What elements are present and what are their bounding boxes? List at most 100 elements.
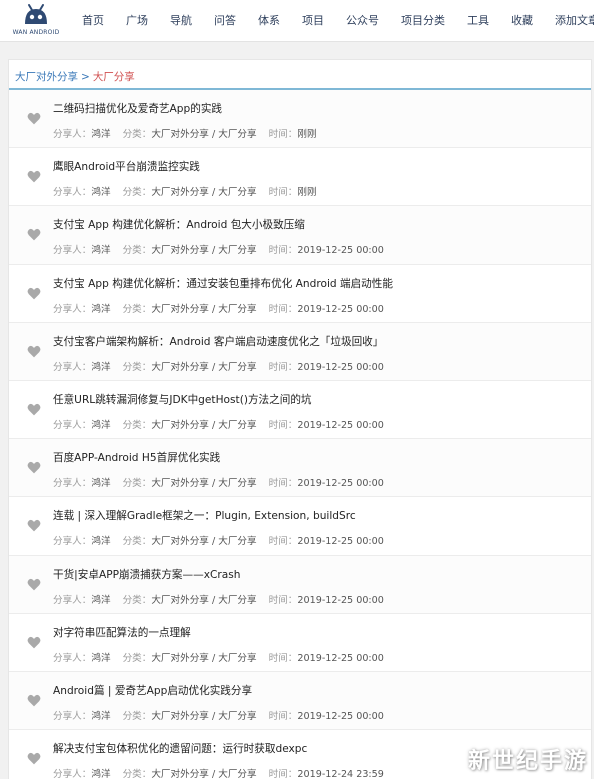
watermark: 新世纪手游	[467, 749, 588, 774]
article-row[interactable]: Android篇 | 爱奇艺App启动优化实践分享 分享人：鸿洋 分类：大厂对外分享…	[9, 671, 591, 731]
sharer-label: 分享人：	[53, 303, 92, 315]
article-row[interactable]: 连载 | 深入理解Gradle框架之一：Plugin, Extension, b…	[9, 497, 591, 556]
category-label: 分类：	[122, 129, 152, 140]
category-value[interactable]: 大厂对外分享 / 大厂分享	[151, 304, 256, 315]
nav-item-favorites[interactable]: 收藏	[511, 12, 533, 28]
category-label: 分类：	[122, 710, 152, 722]
sharer-name[interactable]: 鸿洋	[91, 595, 110, 606]
heart-icon[interactable]	[27, 578, 41, 591]
category-value[interactable]: 大厂对外分享 / 大厂分享	[151, 362, 256, 373]
article-meta: 分享人：鸿洋 分类：大厂对外分享 / 大厂分享 时间：2019-12-25 00:0…	[53, 242, 396, 256]
heart-icon[interactable]	[27, 461, 41, 474]
nav-item-project[interactable]: 项目	[302, 12, 324, 28]
category-value[interactable]: 大厂对外分享 / 大厂分享	[151, 595, 256, 606]
time-label: 时间：	[268, 536, 298, 548]
android-logo-icon	[25, 4, 47, 24]
article-row[interactable]: 支付宝 App 构建优化解析：Android 包大小极致压缩分享人：鸿洋 分类：大…	[9, 206, 591, 265]
category-value[interactable]: 大厂对外分享 / 大厂分享	[151, 653, 256, 664]
time-value: 2019-12-25 00:00	[297, 536, 384, 548]
sharer-name[interactable]: 鸿洋	[91, 187, 110, 198]
article-title[interactable]: 鹰眼Android平台崩溃监控实践	[53, 159, 200, 174]
breadcrumb-current[interactable]: 大厂分享	[93, 71, 135, 83]
nav-item-qa[interactable]: 问答	[214, 12, 236, 28]
nav-item-home[interactable]: 首页	[82, 12, 104, 28]
article-title[interactable]: 百度APP-Android H5首屏优化实践	[53, 450, 220, 465]
heart-icon[interactable]	[27, 694, 41, 707]
category-value[interactable]: 大厂对外分享 / 大厂分享	[151, 129, 256, 140]
heart-icon[interactable]	[27, 752, 41, 765]
nav-item-wechat[interactable]: 公众号	[346, 12, 379, 28]
category-value[interactable]: 大厂对外分享 / 大厂分享	[151, 769, 256, 779]
category-label: 分类：	[122, 769, 152, 779]
heart-icon[interactable]	[27, 345, 41, 358]
time-label: 时间：	[268, 478, 298, 490]
breadcrumb: 大厂对外分享 > 大厂分享	[9, 60, 591, 90]
article-meta: 分享人：鸿洋 分类：大厂对外分享 / 大厂分享 时间：2019-12-25 00:0…	[53, 592, 396, 606]
article-meta: 分享人：鸿洋 分类：大厂对外分享 / 大厂分享 时间：2019-12-25 00:0…	[53, 475, 396, 489]
category-value[interactable]: 大厂对外分享 / 大厂分享	[151, 478, 256, 489]
sharer-name[interactable]: 鸿洋	[91, 769, 110, 779]
sharer-name[interactable]: 鸿洋	[91, 420, 110, 431]
sharer-label: 分享人：	[53, 245, 92, 257]
heart-icon[interactable]	[27, 170, 41, 183]
article-row[interactable]: 支付宝 App 构建优化解析：通过安装包重排布优化 Android 端启动性能分…	[9, 264, 591, 323]
article-row[interactable]: 鹰眼Android平台崩溃监控实践 分享人：鸿洋 分类：大厂对外分享 / 大厂分享 时…	[9, 148, 591, 207]
category-value[interactable]: 大厂对外分享 / 大厂分享	[151, 245, 256, 256]
breadcrumb-parent[interactable]: 大厂对外分享	[15, 71, 78, 83]
sharer-name[interactable]: 鸿洋	[91, 478, 110, 489]
heart-icon[interactable]	[27, 403, 41, 416]
nav-item-tools[interactable]: 工具	[467, 12, 489, 28]
sharer-name[interactable]: 鸿洋	[91, 536, 110, 547]
sharer-name[interactable]: 鸿洋	[91, 653, 110, 664]
category-label: 分类：	[122, 652, 152, 664]
article-title[interactable]: 支付宝 App 构建优化解析：通过安装包重排布优化 Android 端启动性能	[53, 276, 393, 291]
nav-item-system[interactable]: 体系	[258, 12, 280, 28]
article-row[interactable]: 对字符串匹配算法的一点理解 分享人：鸿洋 分类：大厂对外分享 / 大厂分享 时间：20…	[9, 613, 591, 672]
time-value: 刚刚	[297, 187, 317, 199]
breadcrumb-separator: >	[81, 71, 90, 83]
article-title[interactable]: Android篇 | 爱奇艺App启动优化实践分享	[53, 683, 252, 698]
article-list: 二维码扫描优化及爱奇艺App的实践 分享人：鸿洋 分类：大厂对外分享 / 大厂分享时…	[9, 90, 591, 779]
category-value[interactable]: 大厂对外分享 / 大厂分享	[151, 711, 256, 722]
article-title[interactable]: 支付宝客户端架构解析：Android 客户端启动速度优化之「垃圾回收」	[53, 334, 383, 349]
category-value[interactable]: 大厂对外分享 / 大厂分享	[151, 536, 256, 547]
article-row[interactable]: 二维码扫描优化及爱奇艺App的实践 分享人：鸿洋 分类：大厂对外分享 / 大厂分享 时…	[9, 90, 591, 149]
time-label: 时间：	[268, 187, 298, 199]
heart-icon[interactable]	[27, 636, 41, 649]
sharer-name[interactable]: 鸿洋	[91, 129, 110, 140]
time-value: 2019-12-25 00:00	[297, 710, 384, 722]
category-value[interactable]: 大厂对外分享 / 大厂分享	[151, 420, 256, 431]
sharer-label: 分享人：	[53, 419, 92, 431]
time-value: 2019-12-25 00:00	[297, 478, 384, 490]
article-row[interactable]: 任意URL跳转漏洞修复与JDK中getHost()方法之间的坑 分享人：鸿洋 分类：…	[9, 380, 591, 440]
nav-item-project-category[interactable]: 项目分类	[401, 12, 445, 28]
sharer-name[interactable]: 鸿洋	[91, 304, 110, 315]
heart-icon[interactable]	[27, 228, 41, 241]
article-title[interactable]: 对字符串匹配算法的一点理解	[53, 625, 191, 640]
heart-icon[interactable]	[27, 287, 41, 300]
article-row[interactable]: 干货|安卓APP崩溃捕获方案——xCrash 分享人：鸿洋 分类：大厂对外分享 / …	[9, 555, 591, 614]
site-logo[interactable]: WAN ANDROID	[8, 2, 64, 40]
sharer-label: 分享人：	[53, 361, 92, 373]
nav-item-navigation[interactable]: 导航	[170, 12, 192, 28]
heart-icon[interactable]	[27, 519, 41, 532]
article-title[interactable]: 干货|安卓APP崩溃捕获方案——xCrash	[53, 567, 240, 582]
sharer-name[interactable]: 鸿洋	[91, 245, 110, 256]
heart-icon[interactable]	[27, 112, 41, 125]
category-value[interactable]: 大厂对外分享 / 大厂分享	[151, 187, 256, 198]
nav-item-square[interactable]: 广场	[126, 12, 148, 28]
article-row[interactable]: 百度APP-Android H5首屏优化实践 分享人：鸿洋 分类：大厂对外分享 / …	[9, 439, 591, 498]
article-panel: 大厂对外分享 > 大厂分享 二维码扫描优化及爱奇艺App的实践 分享人：鸿洋 分类：大厂…	[8, 59, 592, 779]
nav-item-add-article[interactable]: 添加文章	[555, 12, 594, 28]
article-title[interactable]: 二维码扫描优化及爱奇艺App的实践	[53, 101, 222, 116]
article-title[interactable]: 连载 | 深入理解Gradle框架之一：Plugin, Extension, b…	[53, 508, 356, 523]
time-label: 时间：	[268, 594, 298, 606]
article-title[interactable]: 任意URL跳转漏洞修复与JDK中getHost()方法之间的坑	[53, 392, 312, 407]
article-title[interactable]: 解决支付宝包体积优化的遗留问题：运行时获取dexpc	[53, 741, 307, 756]
sharer-label: 分享人：	[53, 187, 92, 199]
sharer-name[interactable]: 鸿洋	[91, 711, 110, 722]
sharer-label: 分享人：	[53, 478, 92, 490]
article-row[interactable]: 支付宝客户端架构解析：Android 客户端启动速度优化之「垃圾回收」 分享人：鸿…	[9, 322, 591, 381]
article-title[interactable]: 支付宝 App 构建优化解析：Android 包大小极致压缩	[53, 217, 305, 232]
sharer-name[interactable]: 鸿洋	[91, 362, 110, 373]
